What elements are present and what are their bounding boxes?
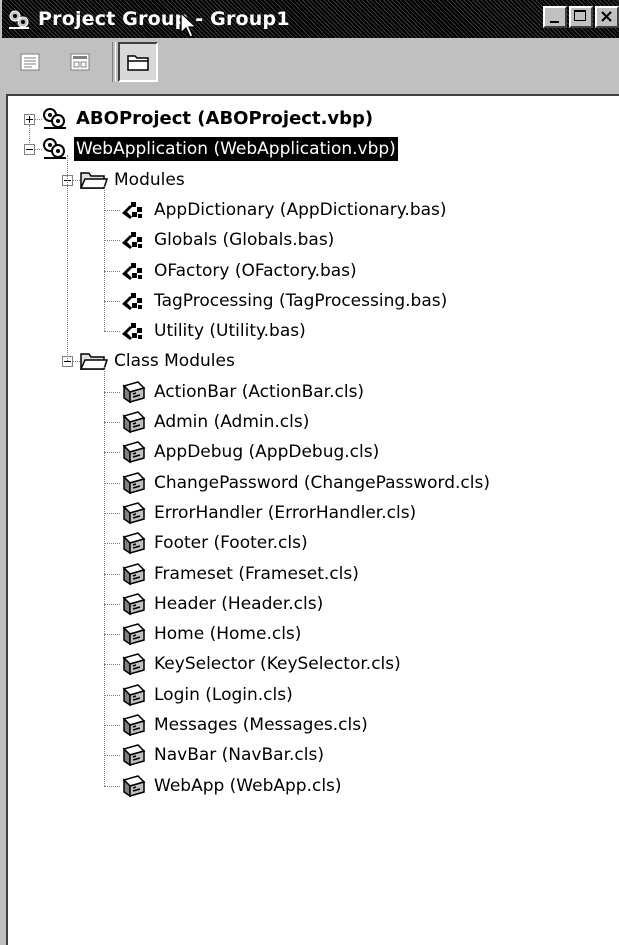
tree-node-label: Utility (Utility.bas) (154, 321, 306, 342)
class-module-icon (118, 470, 148, 496)
tree-project-node[interactable]: ABOProject (ABOProject.vbp) (40, 104, 375, 134)
class-module-icon (118, 500, 148, 526)
tree-item-node[interactable]: Messages (Messages.cls) (118, 710, 370, 740)
tree-item-node[interactable]: KeySelector (KeySelector.cls) (118, 649, 403, 679)
toolbar (2, 12, 619, 92)
tree-node-label: Class Modules (114, 351, 235, 372)
close-button[interactable] (595, 6, 619, 28)
project-icon (40, 106, 70, 132)
tree-node-label: ErrorHandler (ErrorHandler.cls) (154, 502, 417, 523)
class-module-icon (118, 530, 148, 556)
class-module-icon (118, 439, 148, 465)
tree-item-node[interactable]: Frameset (Frameset.cls) (118, 559, 361, 589)
close-icon (601, 11, 612, 22)
class-module-icon (118, 682, 148, 708)
tree-node-label: Messages (Messages.cls) (154, 715, 368, 735)
tree-item-node[interactable]: ActionBar (ActionBar.cls) (118, 377, 366, 407)
project-tree[interactable]: ABOProject (ABOProject.vbp) WebApplicati… (6, 94, 619, 945)
tree-node-label: Admin (Admin.cls) (154, 412, 310, 432)
project-explorer-window: Project Group - Group1 ABOProject (ABOPr… (0, 0, 619, 945)
title-bar[interactable]: Project Group - Group1 (2, 0, 619, 38)
tree-node-label: Frameset (Frameset.cls) (154, 563, 359, 584)
class-module-icon (118, 379, 148, 405)
tree-item-node[interactable]: ErrorHandler (ErrorHandler.cls) (118, 498, 418, 528)
class-module-icon (118, 561, 148, 587)
tree-node-label: OFactory (OFactory.bas) (154, 260, 357, 281)
tree-item-node[interactable]: Header (Header.cls) (118, 589, 325, 619)
tree-connector-vertical (104, 185, 105, 332)
tree-node-label: ActionBar (ActionBar.cls) (154, 381, 365, 402)
tree-connector-vertical (104, 367, 105, 786)
module-icon (118, 258, 148, 284)
tree-folder-node[interactable]: Modules (78, 165, 187, 195)
tree-folder-node[interactable]: Class Modules (78, 346, 237, 376)
project-group-icon (6, 6, 32, 32)
view-object-button[interactable] (64, 46, 96, 78)
collapse-toggle[interactable] (24, 144, 35, 156)
tree-node-label: AppDebug (AppDebug.cls) (154, 442, 380, 463)
maximize-button[interactable] (569, 6, 593, 28)
minimize-button[interactable] (543, 6, 567, 28)
tree-item-node[interactable]: Home (Home.cls) (118, 619, 303, 649)
tree-node-label: Footer (Footer.cls) (154, 533, 308, 554)
tree-item-node[interactable]: TagProcessing (TagProcessing.bas) (118, 286, 449, 316)
tree-item-node[interactable]: Footer (Footer.cls) (118, 528, 310, 558)
tree-item-node[interactable]: ChangePassword (ChangePassword.cls) (118, 468, 492, 498)
tree-item-node[interactable]: AppDictionary (AppDictionary.bas) (118, 195, 449, 225)
window-title: Project Group - Group1 (38, 8, 290, 30)
toolbar-separator (112, 42, 116, 82)
toggle-folders-button[interactable] (118, 42, 158, 82)
tree-node-label: AppDictionary (AppDictionary.bas) (154, 199, 447, 220)
class-module-icon (118, 712, 148, 738)
tree-node-label: WebApplication (WebApplication.vbp) (74, 137, 398, 162)
project-icon (40, 136, 70, 162)
view-code-icon (20, 53, 40, 71)
tree-node-label: WebApp (WebApp.cls) (154, 775, 342, 796)
tree-node-label: Header (Header.cls) (154, 593, 324, 614)
tree-connector-vertical (29, 125, 30, 144)
tree-item-node[interactable]: Login (Login.cls) (118, 680, 295, 710)
tree-node-label: NavBar (NavBar.cls) (154, 745, 324, 766)
tree-item-node[interactable]: NavBar (NavBar.cls) (118, 740, 326, 770)
class-module-icon (118, 773, 148, 799)
tree-node-label: Globals (Globals.bas) (154, 230, 335, 251)
tree-item-node[interactable]: Admin (Admin.cls) (118, 407, 311, 437)
class-module-icon (118, 409, 148, 435)
module-icon (118, 227, 148, 253)
tree-node-label: Modules (114, 169, 185, 190)
tree-connector-vertical (67, 155, 68, 362)
tree-node-label: KeySelector (KeySelector.cls) (154, 654, 401, 675)
tree-item-node[interactable]: Utility (Utility.bas) (118, 316, 308, 346)
tree-project-node[interactable]: WebApplication (WebApplication.vbp) (40, 134, 398, 164)
view-object-icon (70, 53, 90, 71)
module-icon (118, 318, 148, 344)
tree-node-label: ChangePassword (ChangePassword.cls) (154, 472, 490, 493)
mouse-cursor-icon (180, 12, 198, 38)
class-module-icon (118, 591, 148, 617)
tree-item-node[interactable]: Globals (Globals.bas) (118, 225, 336, 255)
folder-icon (127, 55, 149, 71)
tree-node-label: Login (Login.cls) (154, 684, 293, 705)
class-module-icon (118, 621, 148, 647)
maximize-icon (574, 10, 586, 21)
view-code-button[interactable] (14, 46, 46, 78)
module-icon (118, 288, 148, 314)
tree-item-node[interactable]: AppDebug (AppDebug.cls) (118, 437, 381, 467)
tree-node-label: ABOProject (ABOProject.vbp) (76, 108, 374, 129)
minimize-icon (550, 21, 559, 23)
tree-node-label: Home (Home.cls) (154, 624, 302, 645)
module-icon (118, 197, 148, 223)
expand-toggle[interactable] (24, 114, 35, 125)
tree-item-node[interactable]: OFactory (OFactory.bas) (118, 256, 359, 286)
class-module-icon (118, 742, 148, 768)
tree-node-label: TagProcessing (TagProcessing.bas) (154, 290, 448, 311)
class-module-icon (118, 651, 148, 677)
tree-item-node[interactable]: WebApp (WebApp.cls) (118, 771, 344, 801)
